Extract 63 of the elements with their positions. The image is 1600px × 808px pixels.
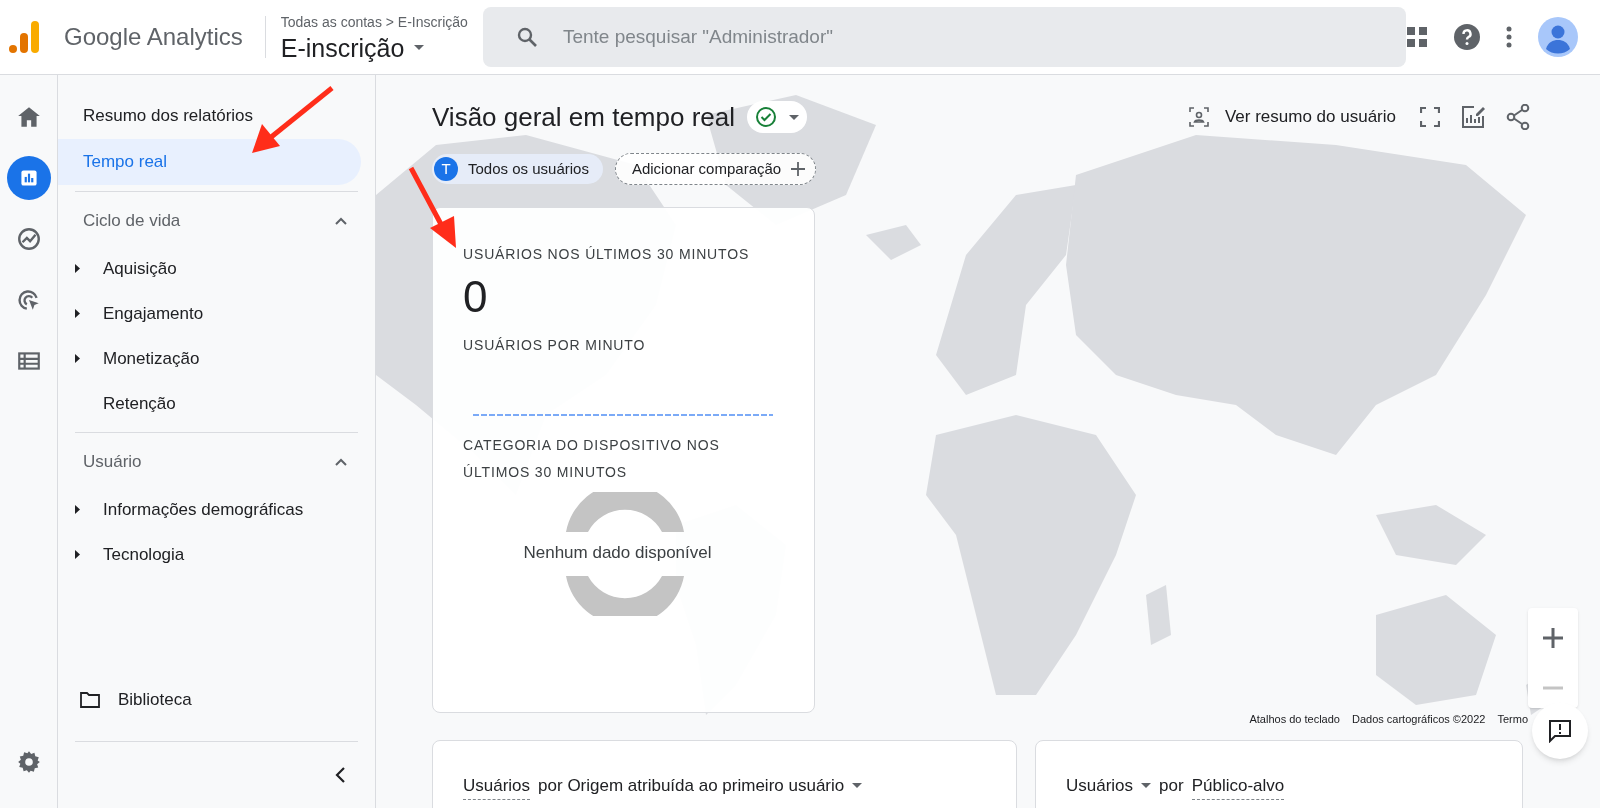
sidebar-item[interactable]: Tecnologia [103, 541, 185, 568]
map-attribution-link[interactable]: Termo [1497, 711, 1528, 728]
card-title-text[interactable]: Público-alvo [1191, 773, 1285, 800]
caret-icon [852, 783, 863, 789]
analytics-logo-icon [8, 19, 40, 55]
user-scan-icon [1188, 107, 1209, 127]
apps-icon[interactable] [1406, 26, 1428, 48]
segment-chip[interactable]: T Todos os usuários [432, 154, 603, 184]
user-count: 0 [463, 271, 489, 323]
chevron-up-icon [335, 458, 347, 466]
collapse-chevron-icon[interactable] [335, 767, 345, 783]
folder-icon [80, 692, 100, 708]
empty-state-text: Nenhum dado disponível [523, 542, 712, 565]
plus-icon [791, 162, 806, 176]
segment-badge: T [434, 157, 458, 181]
expand-arrow-icon[interactable] [75, 550, 80, 559]
sidebar-item[interactable]: Engajamento [103, 300, 204, 327]
card-heading: USUÁRIOS NOS ÚLTIMOS 30 MINUTOS [463, 245, 751, 264]
avatar-icon[interactable] [1538, 17, 1578, 57]
zoom-in-icon[interactable] [1542, 626, 1564, 649]
card-heading: CATEGORIA DO DISPOSITIVO NOS ÚLTIMOS 30 MINUTOS [463, 436, 721, 482]
trend-circle-icon [15, 226, 42, 252]
caret-icon [414, 45, 425, 50]
sidebar-item[interactable]: Informações demográficas [103, 496, 304, 523]
expand-arrow-icon[interactable] [75, 264, 80, 273]
feedback-icon [1548, 719, 1572, 743]
sidebar-item[interactable]: Retenção [103, 390, 176, 417]
feedback-button[interactable] [1532, 703, 1588, 759]
check-circle-icon [755, 106, 777, 128]
card-title-text[interactable]: Usuários [463, 773, 531, 800]
caret-icon [789, 114, 799, 120]
card-title-text: por [1159, 775, 1184, 797]
section-header[interactable]: Ciclo de vida [58, 196, 375, 246]
sidebar-item[interactable]: Tempo real [58, 139, 361, 185]
nav-rail-button[interactable] [6, 156, 51, 200]
section-header[interactable]: Usuário [58, 437, 375, 487]
help-icon[interactable] [1454, 24, 1480, 50]
status-dropdown[interactable] [747, 101, 807, 133]
search-field[interactable]: Tente pesquisar "Administrador" [482, 7, 1406, 67]
edit-chart-icon[interactable] [1460, 104, 1486, 130]
sidebar-item[interactable]: Resumo dos relatórios [58, 93, 361, 139]
map-attribution-link[interactable]: Dados cartográficos ©2022 [1351, 711, 1486, 728]
expand-arrow-icon[interactable] [75, 309, 80, 318]
sidebar-item[interactable]: Aquisição [103, 255, 177, 282]
card-heading: USUÁRIOS POR MINUTO [463, 336, 647, 355]
property-selector[interactable]: E-inscrição [280, 32, 468, 63]
report-title: Visão geral em tempo real [432, 100, 735, 134]
sidebar-item[interactable]: Biblioteca [118, 687, 192, 713]
caret-icon [1141, 783, 1152, 789]
sidebar-item[interactable]: Monetização [103, 345, 200, 372]
dimension-dropdown[interactable]: por Origem atribuída ao primeiro usuário [538, 773, 863, 799]
breadcrumb[interactable]: Todas as contas > E-Inscrição [280, 11, 468, 33]
map-attribution-link[interactable]: Atalhos do teclado [1249, 711, 1340, 728]
view-user-summary-button[interactable]: Ver resumo do usuário [1188, 104, 1396, 130]
share-icon[interactable] [1506, 104, 1530, 130]
fullscreen-icon[interactable] [1420, 107, 1440, 127]
expand-arrow-icon[interactable] [75, 354, 80, 363]
more-icon[interactable] [1506, 26, 1512, 48]
chevron-up-icon [335, 217, 347, 225]
add-comparison-button[interactable]: Adicionar comparação [614, 153, 817, 185]
product-name: Google Analytics [64, 22, 243, 52]
expand-arrow-icon[interactable] [75, 505, 80, 514]
dimension-dropdown[interactable]: Usuários [1066, 773, 1152, 799]
